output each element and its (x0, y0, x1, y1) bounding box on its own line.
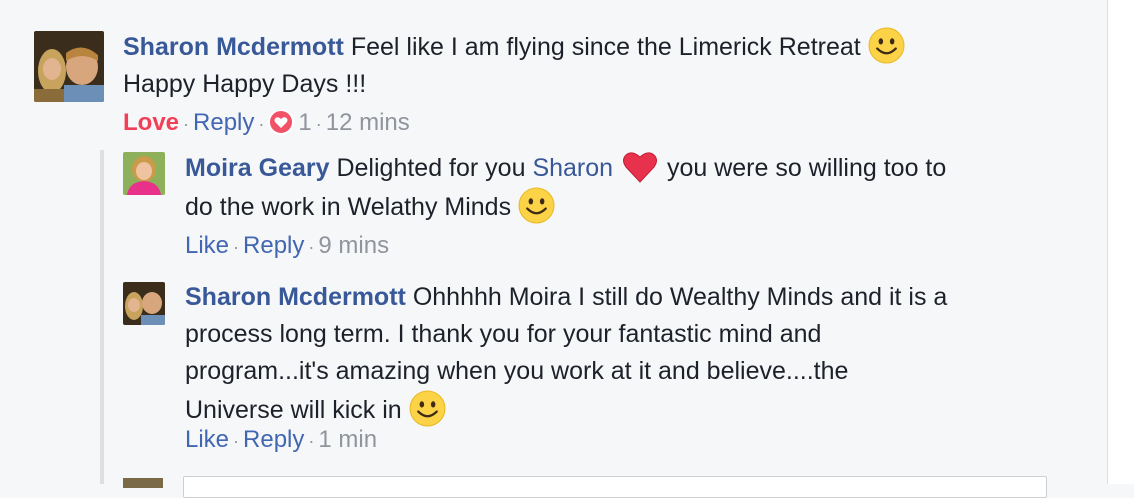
reply-button[interactable]: Reply (243, 232, 304, 259)
comment-actions: Like · Reply · 9 mins (185, 231, 389, 262)
comment-actions: Like · Reply · 1 min (185, 425, 377, 456)
reply-button[interactable]: Reply (243, 426, 304, 453)
separator-dot: · (315, 114, 322, 134)
timestamp[interactable]: 1 min (318, 426, 377, 453)
comment-body: Sharon Mcdermott Feel like I am flying s… (123, 27, 1023, 103)
smile-emoji-icon (518, 187, 555, 224)
mention-link[interactable]: Sharon (532, 154, 613, 182)
love-reaction-icon[interactable] (268, 109, 295, 135)
comment-text-line2: do the work in Welathy Minds (185, 193, 512, 221)
comment-body: Moira Geary Delighted for you Sharon you… (185, 150, 1065, 226)
current-user-avatar (123, 478, 163, 488)
love-button[interactable]: Love (123, 109, 179, 136)
separator-dot: · (233, 431, 240, 451)
reply-thread-line (100, 150, 104, 484)
comment-text: Ohhhhh Moira I still do Wealthy Minds an… (412, 283, 948, 311)
comment-actions: Love · Reply · 1 · 12 mins (123, 108, 410, 139)
separator-dot: · (308, 237, 315, 257)
comment-author[interactable]: Sharon Mcdermott (185, 283, 406, 311)
reply-input[interactable] (183, 476, 1047, 498)
avatar[interactable] (34, 31, 104, 102)
timestamp[interactable]: 9 mins (318, 232, 389, 259)
comment-text-line2: Happy Happy Days !!! (123, 70, 367, 98)
separator-dot: · (183, 114, 190, 134)
like-button[interactable]: Like (185, 232, 229, 259)
smile-emoji-icon (409, 390, 446, 427)
comment-author[interactable]: Moira Geary (185, 154, 330, 182)
comment-author[interactable]: Sharon Mcdermott (123, 33, 344, 61)
comment-text-line3: program...it's amazing when you work at … (185, 357, 849, 385)
page-right-edge (1107, 0, 1134, 484)
reply-button[interactable]: Reply (193, 109, 254, 136)
comment-body: Sharon Mcdermott Ohhhhh Moira I still do… (185, 279, 1065, 429)
reaction-count[interactable]: 1 (298, 109, 311, 136)
avatar[interactable] (123, 152, 165, 195)
timestamp[interactable]: 12 mins (326, 109, 410, 136)
like-button[interactable]: Like (185, 426, 229, 453)
separator-dot: · (308, 431, 315, 451)
smile-emoji-icon (868, 27, 905, 64)
avatar[interactable] (123, 282, 165, 325)
comment-text-cont: you were so willing too to (666, 154, 947, 182)
comment-text-line2: process long term. I thank you for your … (185, 320, 822, 348)
separator-dot: · (233, 237, 240, 257)
red-heart-emoji-icon (623, 152, 658, 183)
comment-text: Delighted for you (336, 154, 526, 182)
comment-text: Feel like I am flying since the Limerick… (350, 33, 861, 61)
separator-dot: · (258, 114, 265, 134)
comment-text-line4: Universe will kick in (185, 396, 402, 424)
